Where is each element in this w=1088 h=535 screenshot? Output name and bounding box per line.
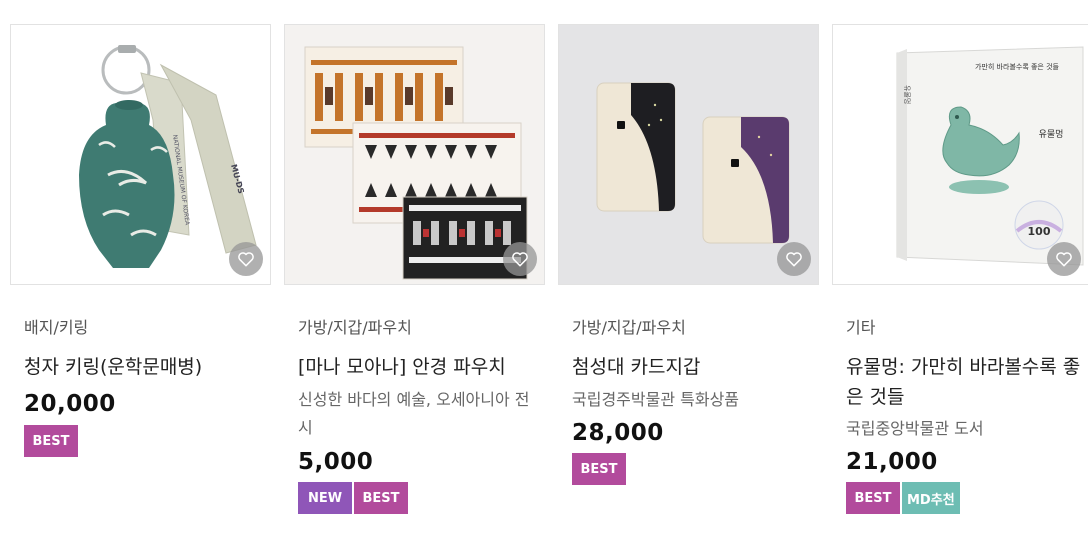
keyring-image: NATIONAL MUSEUM OF KOREA MU-DS (79, 45, 257, 268)
new-badge: NEW (298, 482, 352, 514)
product-price: 20,000 (24, 391, 116, 417)
pouch-image (304, 46, 528, 280)
svg-text:유물멍: 유물멍 (1039, 129, 1064, 140)
product-description: 국립경주박물관 특화상품 (572, 390, 740, 409)
heart-icon (512, 252, 528, 267)
badge-group: BEST (24, 425, 78, 457)
product-description: 신성한 바다의 예술, 오세아니아 전시 (298, 390, 530, 437)
best-badge: BEST (846, 482, 900, 514)
md-pick-badge: MD추천 (902, 482, 960, 514)
badge-group: NEW BEST (298, 482, 408, 514)
svg-text:100: 100 (1028, 225, 1051, 238)
wishlist-button[interactable] (1047, 242, 1081, 276)
product-price: 28,000 (572, 420, 664, 446)
wishlist-button[interactable] (229, 242, 263, 276)
product-price: 5,000 (298, 449, 374, 475)
heart-icon (238, 252, 254, 267)
svg-text:가만히 바라볼수록 좋은 것들: 가만히 바라볼수록 좋은 것들 (975, 62, 1060, 71)
product-card[interactable]: 가방/지갑/파우치 [마나 모아나] 안경 파우치 신성한 바다의 예술, 오세… (284, 24, 545, 514)
product-price: 21,000 (846, 449, 938, 475)
wishlist-button[interactable] (503, 242, 537, 276)
product-category: 기타 (846, 318, 876, 337)
best-badge: BEST (572, 453, 626, 485)
best-badge: BEST (354, 482, 408, 514)
product-title[interactable]: 청자 키링(운학문매병) (24, 352, 270, 382)
product-card[interactable]: 유물멍 가만히 바라볼수록 좋은 것들 유물멍 100 기타 유물멍: 가만히 … (832, 24, 1088, 514)
heart-icon (1056, 252, 1072, 267)
card-wallet-image (596, 82, 790, 244)
svg-text:유물멍: 유물멍 (903, 85, 912, 104)
product-description: 국립중앙박물관 도서 (846, 419, 984, 438)
product-category: 가방/지갑/파우치 (572, 318, 686, 337)
product-title[interactable]: 유물멍: 가만히 바라볼수록 좋은 것들 (846, 352, 1088, 412)
best-badge: BEST (24, 425, 78, 457)
product-card[interactable]: 가방/지갑/파우치 첨성대 카드지갑 국립경주박물관 특화상품 28,000 B… (558, 24, 819, 485)
product-category: 배지/키링 (24, 318, 89, 337)
product-category: 가방/지갑/파우치 (298, 318, 412, 337)
book-cover-image: 유물멍 가만히 바라볼수록 좋은 것들 유물멍 100 (896, 46, 1084, 266)
product-image[interactable] (558, 24, 819, 285)
product-title[interactable]: [마나 모아나] 안경 파우치 (298, 352, 544, 382)
product-image[interactable]: 유물멍 가만히 바라볼수록 좋은 것들 유물멍 100 (832, 24, 1088, 285)
product-title[interactable]: 첨성대 카드지갑 (572, 352, 818, 382)
product-card[interactable]: NATIONAL MUSEUM OF KOREA MU-DS 배지/키링 청자 … (10, 24, 271, 457)
heart-icon (786, 252, 802, 267)
badge-group: BEST (572, 453, 626, 485)
wishlist-button[interactable] (777, 242, 811, 276)
badge-group: BEST MD추천 (846, 482, 960, 514)
product-image[interactable] (284, 24, 545, 285)
product-image[interactable]: NATIONAL MUSEUM OF KOREA MU-DS (10, 24, 271, 285)
